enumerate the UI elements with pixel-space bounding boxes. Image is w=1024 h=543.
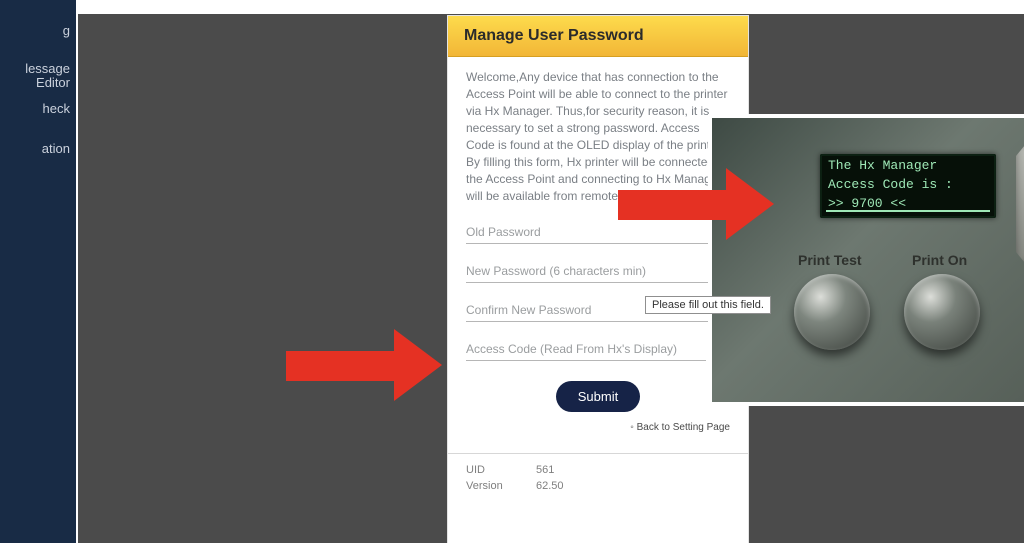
uid-value: 561 <box>536 464 554 476</box>
main-canvas: Manage User Password Welcome,Any device … <box>78 14 1024 543</box>
oled-line3: >> 9700 << <box>820 192 996 211</box>
footer-uid: UID 561 <box>466 464 730 476</box>
oled-line2: Access Code is : <box>820 173 996 192</box>
password-panel: Manage User Password Welcome,Any device … <box>448 16 748 543</box>
viewport: g lessage Editor heck ation Manage User … <box>0 0 1024 543</box>
oled-progress <box>826 210 990 212</box>
knob-print-on <box>904 274 980 350</box>
panel-title: Manage User Password <box>464 27 644 45</box>
panel-header: Manage User Password <box>448 16 748 57</box>
submit-button[interactable]: Submit <box>556 381 640 412</box>
footer-version: Version 62.50 <box>466 480 730 492</box>
device-photo: The Hx Manager Access Code is : >> 9700 … <box>708 114 1024 406</box>
access-code-input[interactable] <box>466 338 706 361</box>
validation-tooltip: Please fill out this field. <box>645 296 771 314</box>
footer-separator <box>448 453 748 454</box>
oled-display: The Hx Manager Access Code is : >> 9700 … <box>820 154 996 218</box>
new-password-input[interactable] <box>466 260 730 283</box>
top-strip <box>0 0 1024 14</box>
sidebar-item-1[interactable]: lessage Editor <box>0 62 76 90</box>
sidebar-item-3[interactable]: ation <box>0 142 76 156</box>
oled-line1: The Hx Manager <box>820 154 996 173</box>
knob-print-test <box>794 274 870 350</box>
sidebar-item-0[interactable]: g <box>0 24 76 38</box>
field-access-code <box>466 338 730 361</box>
arrow-left <box>286 329 444 401</box>
panel-body: Welcome,Any device that has connection t… <box>448 57 748 492</box>
sidebar-item-2[interactable]: heck <box>0 102 76 116</box>
sidebar: g lessage Editor heck ation <box>0 0 76 543</box>
back-link[interactable]: Back to Setting Page <box>466 422 730 433</box>
version-label: Version <box>466 480 536 492</box>
arrow-right <box>618 168 776 240</box>
knob-label-print-test: Print Test <box>798 252 862 268</box>
version-value: 62.50 <box>536 480 564 492</box>
serial-port-icon <box>1016 144 1024 264</box>
uid-label: UID <box>466 464 536 476</box>
knob-label-print-on: Print On <box>912 252 967 268</box>
field-new-password <box>466 260 730 283</box>
